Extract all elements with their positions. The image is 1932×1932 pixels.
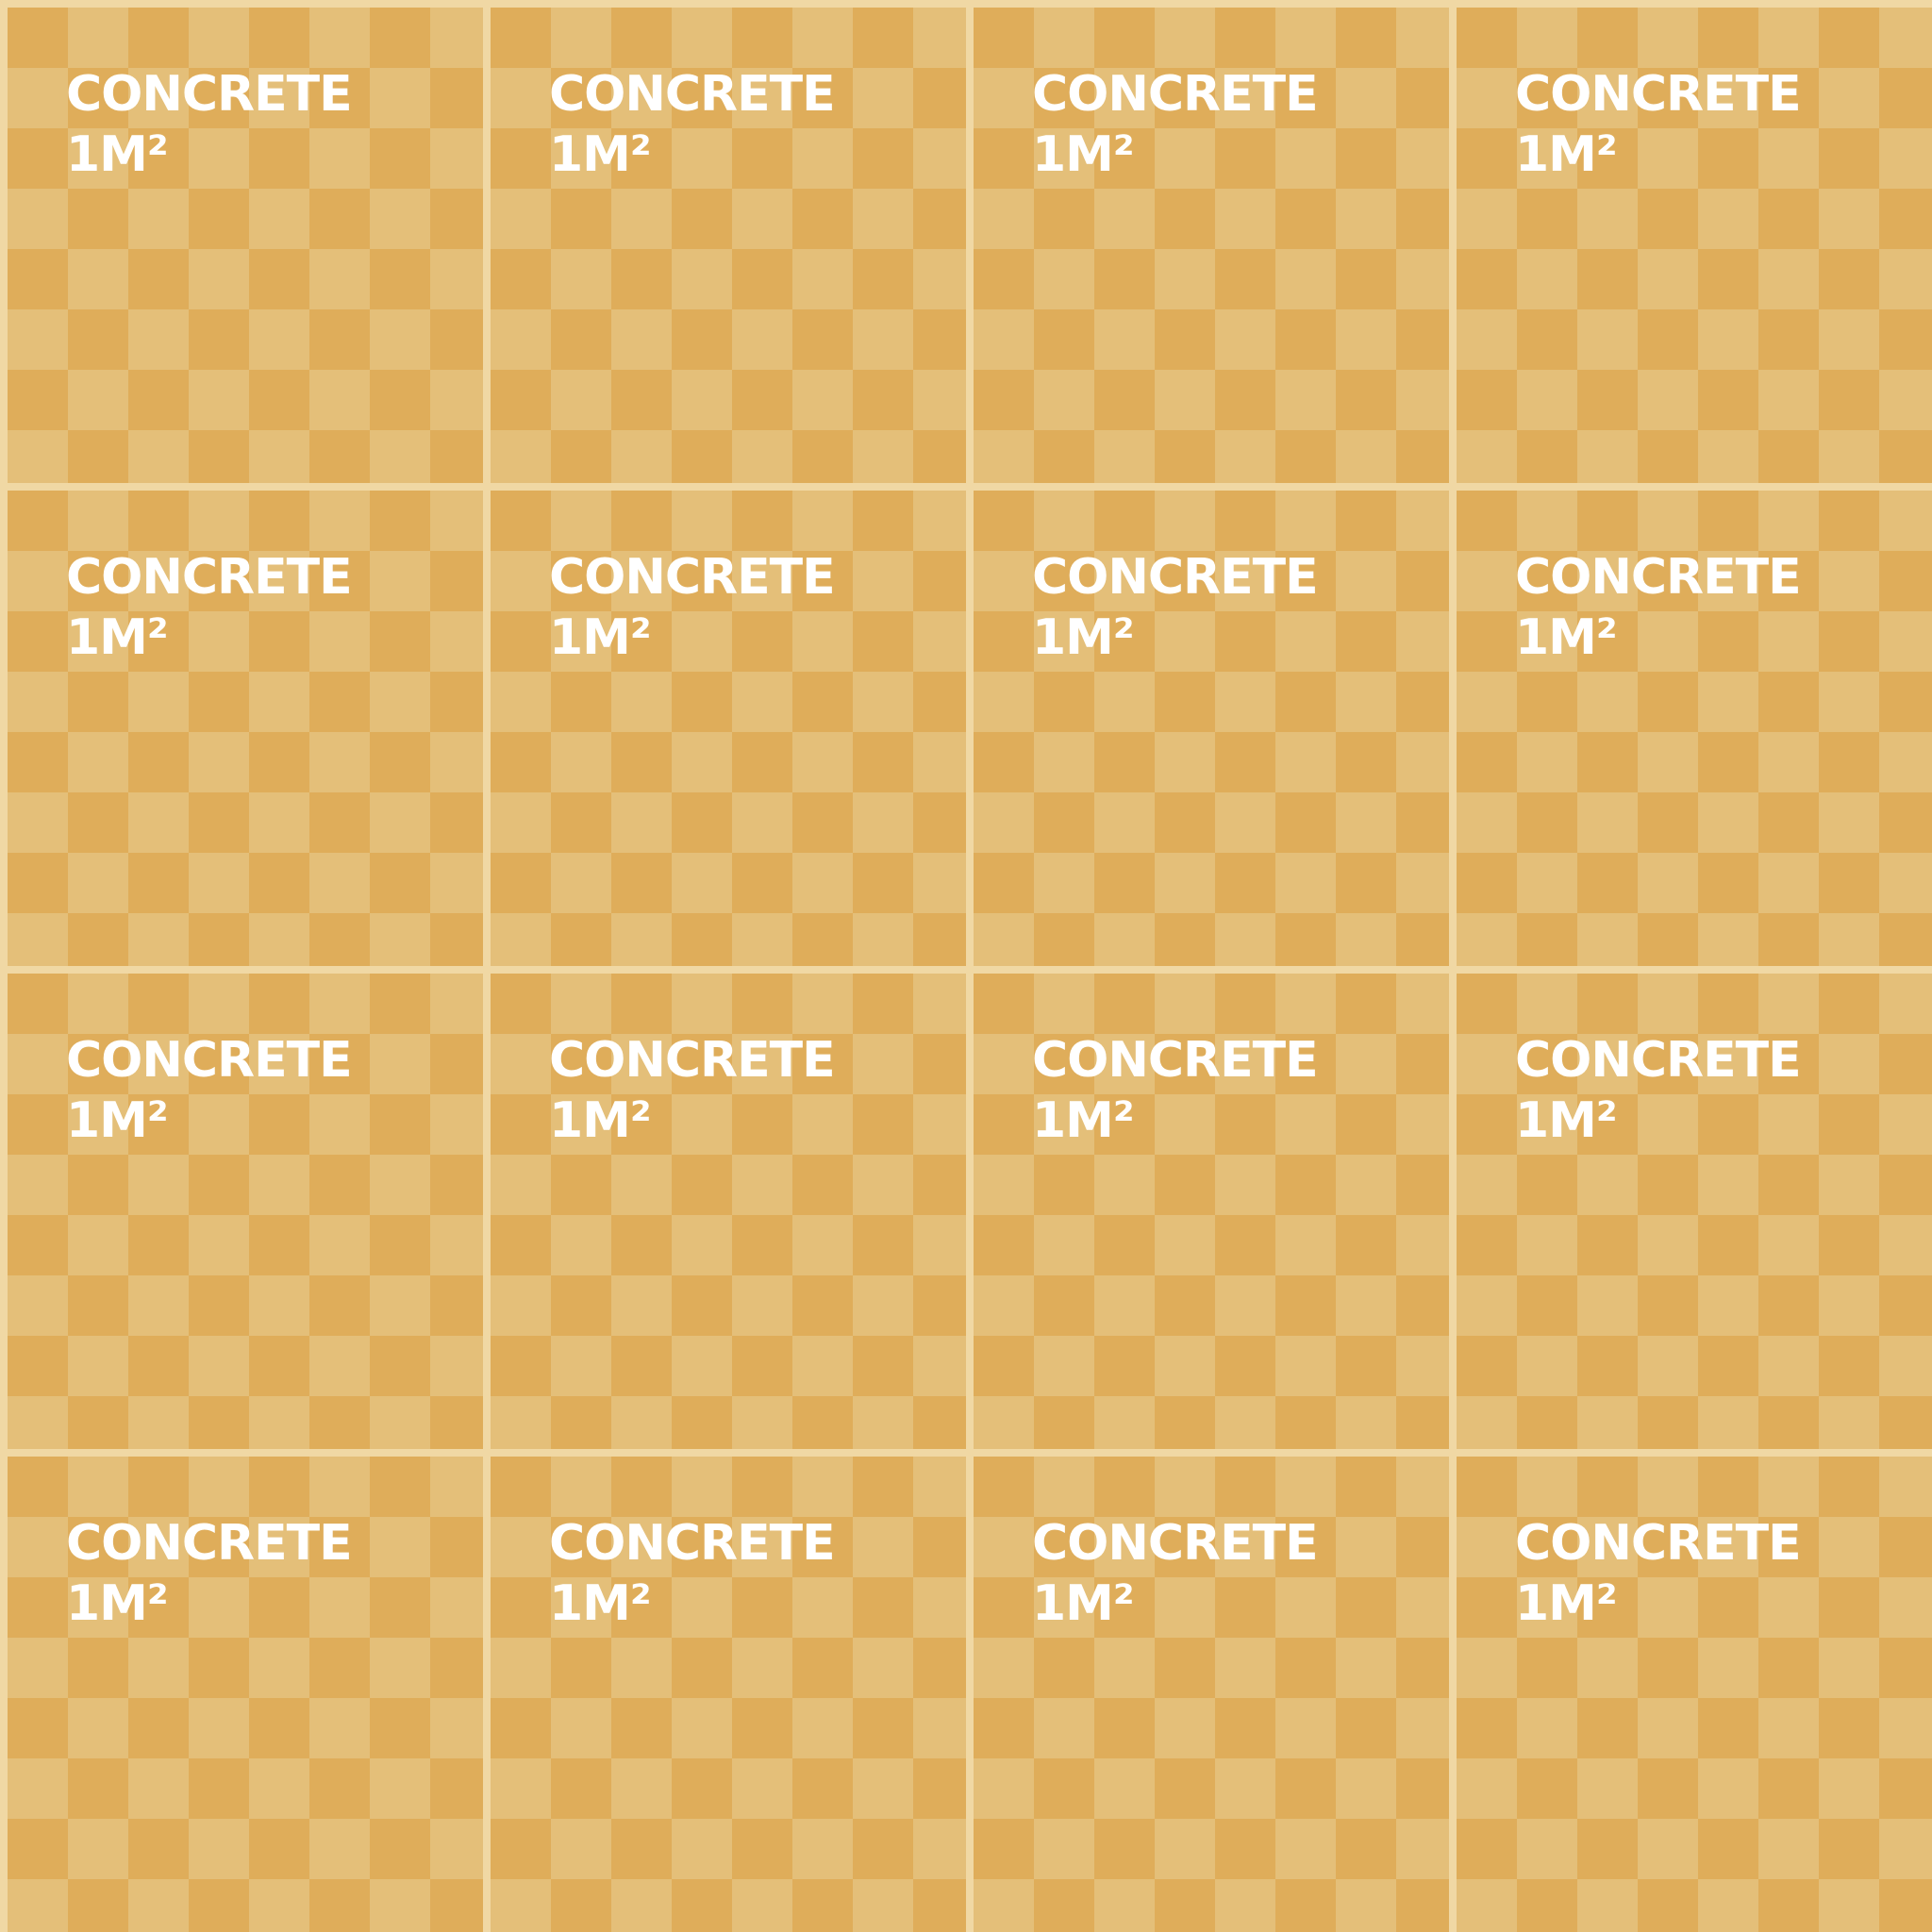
tile-label: CONCRETE 1M² — [66, 64, 353, 185]
tile-label: CONCRETE 1M² — [66, 1030, 353, 1151]
tile-size: 1M² — [1032, 1092, 1135, 1149]
tile-label: CONCRETE 1M² — [1032, 64, 1319, 185]
tile-material: CONCRETE — [1032, 1032, 1319, 1089]
tile-size: 1M² — [1515, 126, 1618, 183]
concrete-tile: CONCRETE 1M² — [8, 1457, 483, 1932]
tile-material: CONCRETE — [66, 1032, 353, 1089]
tile-size: 1M² — [1032, 609, 1135, 666]
concrete-tile: CONCRETE 1M² — [8, 974, 483, 1449]
concrete-tile: CONCRETE 1M² — [1457, 974, 1932, 1449]
concrete-tile: CONCRETE 1M² — [8, 491, 483, 966]
concrete-tile: CONCRETE 1M² — [974, 1457, 1449, 1932]
tile-size: 1M² — [66, 609, 169, 666]
tile-material: CONCRETE — [66, 549, 353, 606]
tile-material: CONCRETE — [549, 549, 836, 606]
tile-material: CONCRETE — [549, 66, 836, 123]
tile-size: 1M² — [549, 609, 652, 666]
concrete-tile: CONCRETE 1M² — [1457, 491, 1932, 966]
concrete-tile: CONCRETE 1M² — [974, 8, 1449, 483]
tile-label: CONCRETE 1M² — [1032, 1513, 1319, 1634]
concrete-tile: CONCRETE 1M² — [491, 491, 966, 966]
tile-material: CONCRETE — [549, 1515, 836, 1572]
tile-label: CONCRETE 1M² — [1515, 547, 1802, 668]
tile-label: CONCRETE 1M² — [66, 1513, 353, 1634]
tile-size: 1M² — [1515, 609, 1618, 666]
tile-size: 1M² — [1032, 126, 1135, 183]
tile-size: 1M² — [1515, 1092, 1618, 1149]
tile-label: CONCRETE 1M² — [549, 1030, 836, 1151]
tile-material: CONCRETE — [66, 66, 353, 123]
tile-label: CONCRETE 1M² — [66, 547, 353, 668]
concrete-tile: CONCRETE 1M² — [1457, 8, 1932, 483]
tile-label: CONCRETE 1M² — [549, 1513, 836, 1634]
concrete-tile: CONCRETE 1M² — [8, 8, 483, 483]
tile-label: CONCRETE 1M² — [549, 64, 836, 185]
concrete-tile: CONCRETE 1M² — [491, 8, 966, 483]
tile-material: CONCRETE — [549, 1032, 836, 1089]
concrete-tile: CONCRETE 1M² — [974, 491, 1449, 966]
tile-size: 1M² — [1032, 1575, 1135, 1632]
concrete-tile: CONCRETE 1M² — [491, 1457, 966, 1932]
tile-label: CONCRETE 1M² — [1032, 547, 1319, 668]
concrete-tile: CONCRETE 1M² — [491, 974, 966, 1449]
tile-size: 1M² — [66, 1092, 169, 1149]
tile-label: CONCRETE 1M² — [1515, 1030, 1802, 1151]
tile-size: 1M² — [549, 1575, 652, 1632]
tile-label: CONCRETE 1M² — [1515, 64, 1802, 185]
tile-material: CONCRETE — [1515, 1032, 1802, 1089]
tile-size: 1M² — [549, 1092, 652, 1149]
concrete-tile: CONCRETE 1M² — [1457, 1457, 1932, 1932]
tile-material: CONCRETE — [1032, 549, 1319, 606]
tile-material: CONCRETE — [1032, 1515, 1319, 1572]
tile-material: CONCRETE — [1032, 66, 1319, 123]
concrete-tile: CONCRETE 1M² — [974, 974, 1449, 1449]
tile-material: CONCRETE — [1515, 66, 1802, 123]
tile-material: CONCRETE — [66, 1515, 353, 1572]
tile-label: CONCRETE 1M² — [1032, 1030, 1319, 1151]
concrete-tile-grid: CONCRETE 1M² CONCRETE 1M² CONCRETE 1M² C… — [0, 0, 1932, 1932]
tile-material: CONCRETE — [1515, 549, 1802, 606]
tile-size: 1M² — [549, 126, 652, 183]
tile-size: 1M² — [66, 1575, 169, 1632]
tile-label: CONCRETE 1M² — [1515, 1513, 1802, 1634]
tile-size: 1M² — [1515, 1575, 1618, 1632]
tile-size: 1M² — [66, 126, 169, 183]
tile-label: CONCRETE 1M² — [549, 547, 836, 668]
tile-material: CONCRETE — [1515, 1515, 1802, 1572]
